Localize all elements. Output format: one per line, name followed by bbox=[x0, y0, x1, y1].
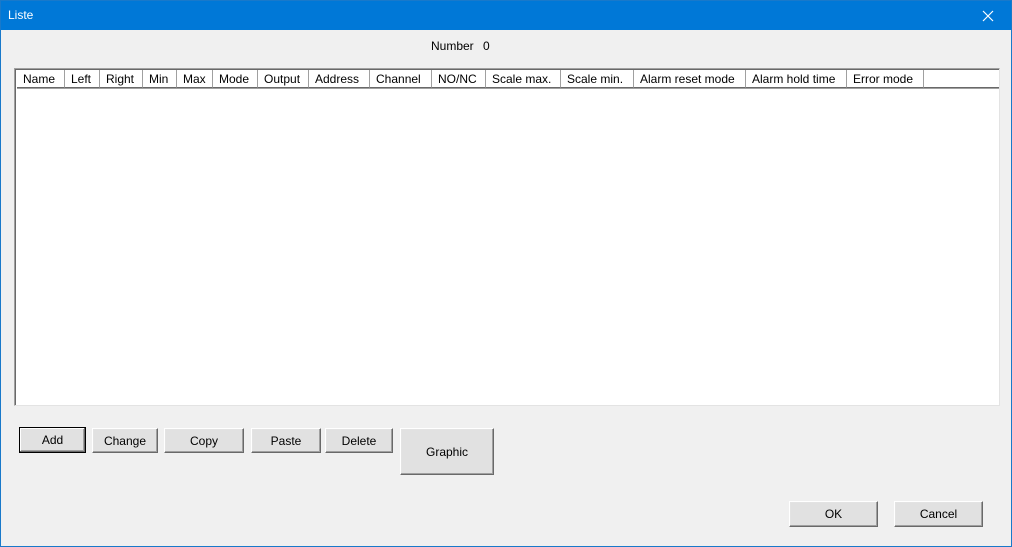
column-header-scale-max[interactable]: Scale max. bbox=[486, 70, 561, 88]
change-button[interactable]: Change bbox=[92, 428, 158, 453]
column-header-filler bbox=[924, 70, 999, 88]
number-summary: Number 0 bbox=[431, 39, 490, 53]
column-header-channel[interactable]: Channel bbox=[370, 70, 432, 88]
graphic-button[interactable]: Graphic bbox=[400, 428, 494, 475]
title-bar[interactable]: Liste bbox=[1, 1, 1011, 30]
paste-button[interactable]: Paste bbox=[251, 428, 321, 453]
column-header-right[interactable]: Right bbox=[100, 70, 143, 88]
delete-button[interactable]: Delete bbox=[325, 428, 393, 453]
number-value: 0 bbox=[483, 39, 490, 53]
listview-header: Name Left Right Min Max Mode Output Addr… bbox=[17, 70, 999, 89]
cancel-button[interactable]: Cancel bbox=[894, 501, 983, 527]
add-button[interactable]: Add bbox=[19, 427, 86, 453]
close-icon bbox=[982, 10, 994, 21]
column-header-alarm-hold-time[interactable]: Alarm hold time bbox=[746, 70, 847, 88]
column-header-max[interactable]: Max bbox=[177, 70, 213, 88]
column-header-min[interactable]: Min bbox=[143, 70, 177, 88]
ok-button[interactable]: OK bbox=[789, 501, 878, 527]
number-label: Number bbox=[431, 39, 474, 53]
items-listview[interactable]: Name Left Right Min Max Mode Output Addr… bbox=[14, 68, 1000, 406]
column-header-scale-min[interactable]: Scale min. bbox=[561, 70, 634, 88]
column-header-mode[interactable]: Mode bbox=[213, 70, 258, 88]
column-header-error-mode[interactable]: Error mode bbox=[847, 70, 924, 88]
close-button[interactable] bbox=[965, 1, 1011, 30]
dialog-window: Liste Number 0 Name Left Right Min Max M… bbox=[0, 0, 1012, 547]
column-header-address[interactable]: Address bbox=[309, 70, 370, 88]
window-title: Liste bbox=[8, 8, 34, 22]
column-header-alarm-reset-mode[interactable]: Alarm reset mode bbox=[634, 70, 746, 88]
column-header-left[interactable]: Left bbox=[65, 70, 100, 88]
column-header-no-nc[interactable]: NO/NC bbox=[432, 70, 486, 88]
column-header-output[interactable]: Output bbox=[258, 70, 309, 88]
copy-button[interactable]: Copy bbox=[164, 428, 244, 453]
column-header-name[interactable]: Name bbox=[17, 70, 65, 88]
